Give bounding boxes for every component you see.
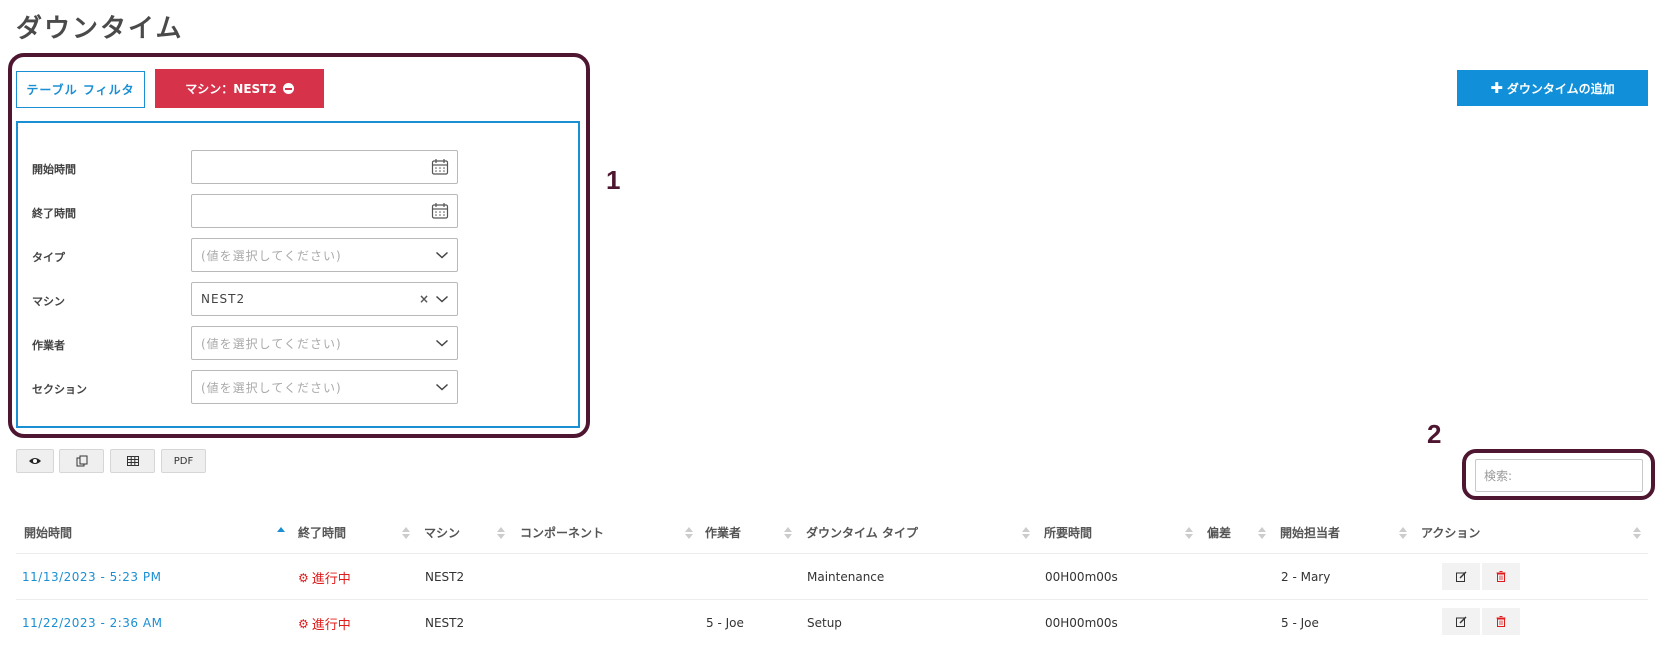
column-header-started-by[interactable]: 開始担当者 [1280, 524, 1340, 541]
sort-icon[interactable] [497, 526, 505, 540]
copy-icon [76, 455, 87, 467]
add-downtime-label: ダウンタイムの追加 [1506, 81, 1615, 96]
row-1-edit-button[interactable] [1442, 563, 1480, 590]
sort-icon[interactable] [784, 526, 792, 540]
row-2-edit-button[interactable] [1442, 608, 1480, 635]
sort-ascending-icon[interactable] [277, 526, 285, 540]
row-1-machine: NEST2 [425, 570, 465, 584]
plus-icon: ✚ [1490, 79, 1503, 97]
row-2-end-status-text: 進行中 [311, 618, 351, 633]
sort-icon[interactable] [402, 526, 410, 540]
calendar-icon[interactable] [431, 202, 449, 220]
row-2-operator: 5 - Joe [706, 616, 744, 630]
column-header-start-time[interactable]: 開始時間 [24, 524, 72, 541]
excel-export-button[interactable] [110, 449, 155, 473]
row-1-downtime-type: Maintenance [807, 570, 885, 584]
clear-icon[interactable]: × [419, 292, 429, 306]
column-header-end-time[interactable]: 終了時間 [298, 524, 346, 541]
filter-label-end-time: 終了時間 [32, 207, 76, 220]
remove-circle-icon[interactable] [282, 83, 294, 94]
column-header-machine[interactable]: マシン [424, 524, 460, 541]
add-downtime-button[interactable]: ✚ ダウンタイムの追加 [1457, 70, 1648, 106]
edit-icon [1455, 571, 1466, 582]
trash-icon [1496, 616, 1506, 627]
chevron-down-icon[interactable] [435, 250, 449, 260]
row-2-end-status: ⚙ 進行中 [298, 614, 351, 634]
sort-icon[interactable] [1185, 526, 1193, 540]
column-header-operator[interactable]: 作業者 [705, 524, 741, 541]
machine-select-value: NEST2 [201, 292, 246, 306]
chevron-down-icon[interactable] [435, 294, 449, 304]
header-divider [16, 553, 1648, 554]
chevron-down-icon[interactable] [435, 382, 449, 392]
chevron-down-icon[interactable] [435, 338, 449, 348]
eye-icon [29, 458, 41, 464]
column-header-downtime-type[interactable]: ダウンタイム タイプ [806, 524, 918, 541]
table-icon [126, 456, 139, 466]
section-select-placeholder: (値を選択してください) [201, 380, 342, 395]
callout-number-1: 1 [606, 165, 621, 195]
callout-number-2: 2 [1427, 419, 1442, 449]
row-2-delete-button[interactable] [1482, 608, 1520, 635]
end-time-field[interactable] [191, 194, 458, 228]
start-time-field[interactable] [191, 150, 458, 184]
row-2-machine: NEST2 [425, 616, 465, 630]
row-1-end-status-text: 進行中 [311, 572, 351, 587]
section-select[interactable]: (値を選択してください) [191, 370, 458, 404]
type-select[interactable]: (値を選択してください) [191, 238, 458, 272]
row-2-start-time-link[interactable]: 11/22/2023 - 2:36 AM [22, 616, 162, 630]
column-header-duration[interactable]: 所要時間 [1044, 524, 1092, 541]
machine-chip-label: マシン：NEST2 [185, 82, 277, 96]
sort-icon[interactable] [685, 526, 693, 540]
row-1-end-status: ⚙ 進行中 [298, 568, 351, 588]
gears-icon: ⚙ [298, 570, 309, 585]
row-1-delete-button[interactable] [1482, 563, 1520, 590]
machine-filter-chip[interactable]: マシン：NEST2 [155, 69, 324, 108]
sort-icon[interactable] [1633, 526, 1641, 540]
row-2-started-by: 5 - Joe [1281, 616, 1319, 630]
sort-icon[interactable] [1022, 526, 1030, 540]
edit-icon [1455, 616, 1466, 627]
operator-select[interactable]: (値を選択してください) [191, 326, 458, 360]
column-visibility-button[interactable] [16, 449, 54, 473]
operator-select-placeholder: (値を選択してください) [201, 336, 342, 351]
pdf-export-button[interactable]: PDF [161, 449, 206, 473]
row-1-started-by: 2 - Mary [1281, 570, 1331, 584]
filter-label-machine: マシン [32, 295, 65, 308]
type-select-placeholder: (値を選択してください) [201, 248, 342, 263]
filter-label-operator: 作業者 [32, 339, 65, 352]
column-header-deviation[interactable]: 偏差 [1207, 524, 1231, 541]
trash-icon [1496, 571, 1506, 582]
column-header-actions[interactable]: アクション [1421, 524, 1480, 541]
search-input[interactable] [1475, 459, 1643, 492]
gears-icon: ⚙ [298, 616, 309, 631]
row-2-duration: 00H00m00s [1045, 616, 1118, 630]
filter-label-type: タイプ [32, 251, 65, 264]
sort-icon[interactable] [1399, 526, 1407, 540]
table-filter-button[interactable]: テーブル フィルタ [16, 71, 145, 108]
row-1-duration: 00H00m00s [1045, 570, 1118, 584]
column-header-component[interactable]: コンポーネント [520, 524, 604, 541]
sort-icon[interactable] [1258, 526, 1266, 540]
row-1-start-time-link[interactable]: 11/13/2023 - 5:23 PM [22, 570, 161, 584]
copy-button[interactable] [59, 449, 104, 473]
machine-select[interactable]: NEST2 × [191, 282, 458, 316]
row-divider [16, 599, 1648, 600]
row-2-downtime-type: Setup [807, 616, 842, 630]
filter-label-section: セクション [32, 383, 87, 396]
filter-label-start-time: 開始時間 [32, 163, 76, 176]
calendar-icon[interactable] [431, 158, 449, 176]
page-title: ダウンタイム [16, 14, 184, 44]
